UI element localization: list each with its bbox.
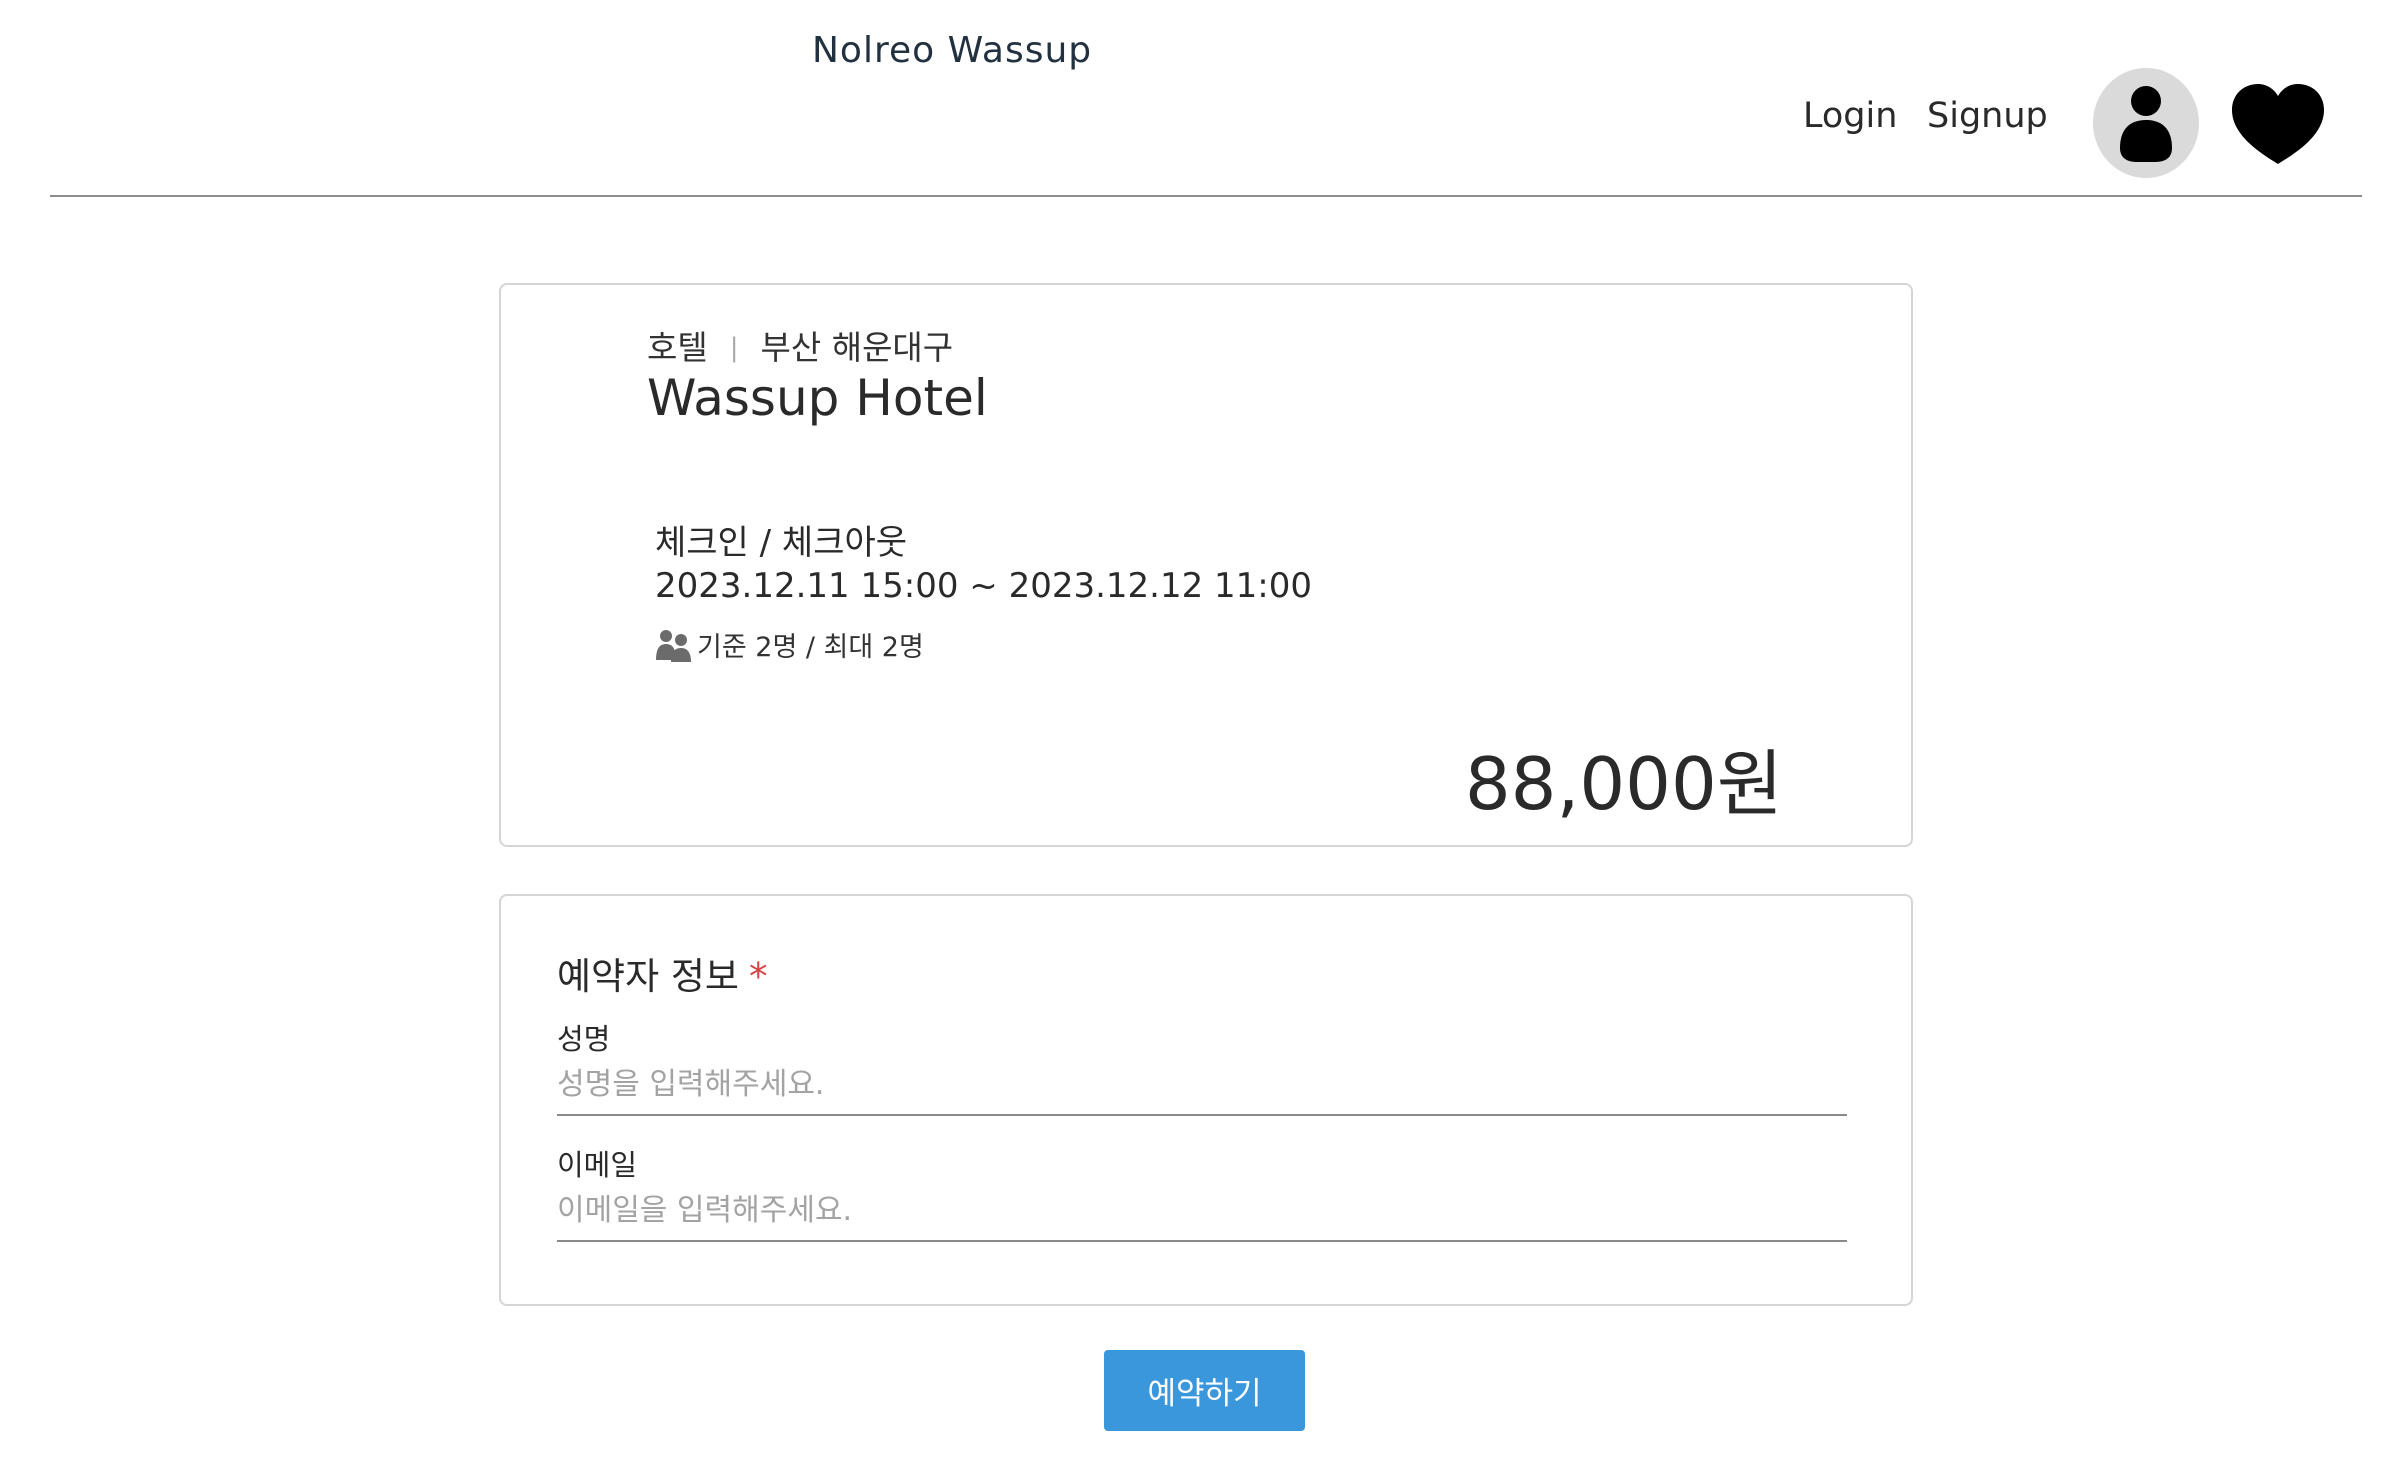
- hotel-summary-card: 호텔 | 부산 해운대구 Wassup Hotel 체크인 / 체크아웃 2023.…: [499, 283, 1913, 847]
- users-icon: [656, 629, 691, 662]
- booking-page: Nolreo Wassup Login Signup 호텔 | 부산 해운대구 Wa…: [0, 0, 2400, 1480]
- hotel-name: Wassup Hotel: [647, 369, 988, 427]
- name-label: 성명: [557, 1022, 611, 1056]
- heart-icon: [2232, 84, 2324, 164]
- header-divider: [50, 195, 2362, 197]
- checkin-range: 2023.12.11 15:00 ~ 2023.12.12 11:00: [655, 566, 1313, 606]
- guest-capacity-text: 기준 2명 / 최대 2명: [697, 632, 924, 663]
- login-link[interactable]: Login: [1803, 96, 1897, 136]
- guest-capacity: 기준 2명 / 최대 2명: [655, 625, 924, 664]
- hotel-meta: 호텔 | 부산 해운대구: [647, 321, 953, 369]
- room-price: 88,000원: [1464, 742, 1783, 826]
- name-input[interactable]: [557, 1060, 1847, 1116]
- booker-info-card: 예약자 정보* 성명 이메일: [499, 894, 1913, 1306]
- hotel-location: 부산 해운대구: [760, 328, 954, 367]
- wishlist-button[interactable]: [2228, 80, 2328, 166]
- email-label: 이메일: [557, 1148, 638, 1182]
- hotel-category: 호텔: [647, 328, 708, 367]
- profile-button[interactable]: [2093, 68, 2199, 178]
- email-input[interactable]: [557, 1186, 1847, 1242]
- checkin-label: 체크인 / 체크아웃: [655, 523, 908, 563]
- site-logo[interactable]: Nolreo Wassup: [812, 30, 1092, 71]
- required-mark: *: [748, 955, 768, 998]
- signup-link[interactable]: Signup: [1927, 96, 2048, 136]
- meta-separator: |: [729, 333, 739, 363]
- booker-section-title: 예약자 정보 *: [557, 946, 767, 1000]
- booker-title-text: 예약자 정보: [557, 955, 739, 998]
- user-icon: [2120, 86, 2172, 162]
- reserve-button[interactable]: 예약하기: [1104, 1350, 1305, 1431]
